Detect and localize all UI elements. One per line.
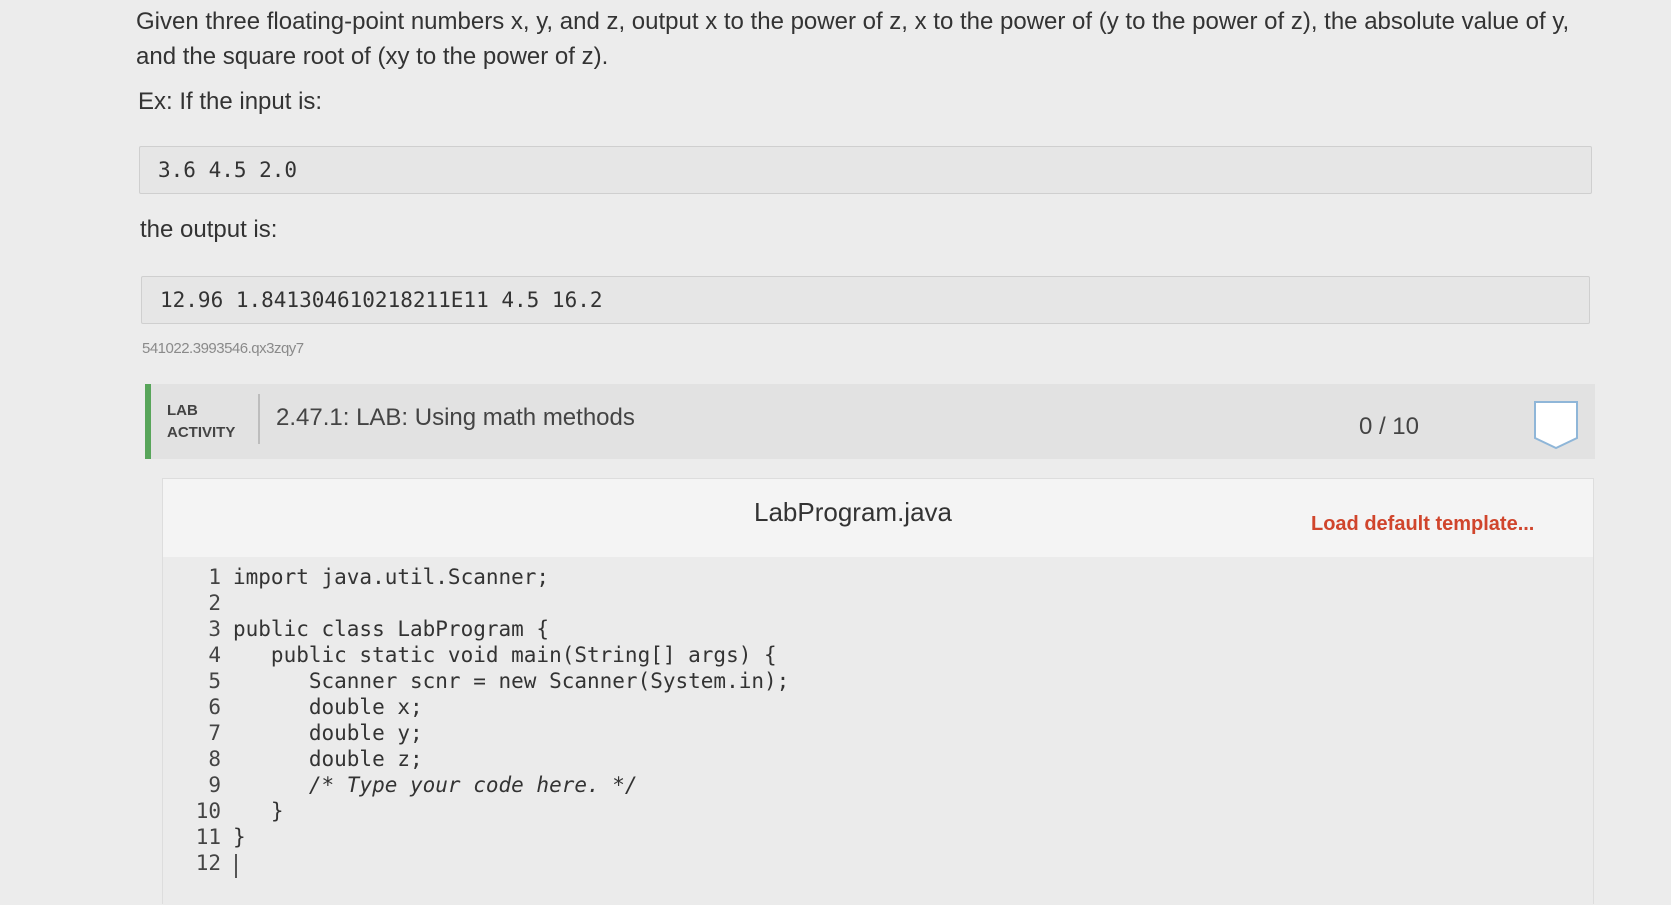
header-divider <box>258 394 260 444</box>
code-text: double y; <box>233 721 423 745</box>
code-line[interactable]: 1 import java.util.Scanner; <box>163 565 1593 592</box>
code-text: public class LabProgram { <box>233 617 550 641</box>
line-number: 11 <box>195 825 221 849</box>
lab-page: Given three floating-point numbers x, y,… <box>0 0 1671 905</box>
example-output-label: the output is: <box>140 216 278 243</box>
example-input-label: Ex: If the input is: <box>138 88 323 115</box>
load-default-template-link[interactable]: Load default template... <box>1311 513 1534 536</box>
editor-toolbar: LabProgram.java Load default template... <box>163 479 1593 557</box>
line-number: 7 <box>208 721 221 745</box>
line-number: 12 <box>195 851 221 875</box>
code-line[interactable]: 9 /* Type your code here. */ <box>163 773 1593 800</box>
code-line[interactable]: 10 } <box>163 799 1593 826</box>
code-line[interactable]: 11} <box>163 825 1593 852</box>
text-cursor <box>235 854 237 878</box>
code-text: double x; <box>233 695 423 719</box>
line-number: 2 <box>208 591 221 615</box>
example-output-box: 12.96 1.841304610218211E11 4.5 16.2 <box>141 276 1590 324</box>
example-input-text: 3.6 4.5 2.0 <box>158 158 298 182</box>
code-line[interactable]: 3 public class LabProgram { <box>163 617 1593 644</box>
code-line[interactable]: 5 Scanner scnr = new Scanner(System.in); <box>163 669 1593 696</box>
line-number: 4 <box>208 643 221 667</box>
lab-score: 0 / 10 <box>1358 413 1419 440</box>
line-number: 3 <box>208 617 221 641</box>
code-line[interactable]: 8 double z; <box>163 747 1593 774</box>
code-text: double z; <box>233 747 423 771</box>
shield-badge-icon <box>1534 401 1578 450</box>
code-text: Scanner scnr = new Scanner(System.in); <box>233 669 790 693</box>
code-line[interactable]: 2 <box>163 591 1593 618</box>
line-number: 10 <box>195 799 221 823</box>
code-line[interactable]: 6 double x; <box>163 695 1593 722</box>
lab-tag-line2: ACTIVITY <box>167 424 236 441</box>
code-text: import java.util.Scanner; <box>233 565 550 589</box>
code-text: /* Type your code here. */ <box>233 773 638 797</box>
code-editor-panel: LabProgram.java Load default template...… <box>162 478 1594 905</box>
line-number: 6 <box>208 695 221 719</box>
editor-filename: LabProgram.java <box>754 497 952 527</box>
code-text: public static void main(String[] args) { <box>233 643 777 667</box>
line-number: 5 <box>208 669 221 693</box>
example-input-box: 3.6 4.5 2.0 <box>139 146 1592 194</box>
code-input-area[interactable]: 1 import java.util.Scanner; 2 3 public class… <box>163 557 1593 905</box>
example-output-text: 12.96 1.841304610218211E11 4.5 16.2 <box>160 288 603 312</box>
activity-id: 541022.3993546.qx3zqy7 <box>142 340 304 357</box>
line-number: 1 <box>208 565 221 589</box>
line-number: 8 <box>208 747 221 771</box>
code-line[interactable]: 7 double y; <box>163 721 1593 748</box>
lab-tag-line1: LAB <box>167 402 198 419</box>
lab-title: 2.47.1: LAB: Using math methods <box>276 404 635 431</box>
code-text: } <box>233 799 284 823</box>
code-line[interactable]: 4 public static void main(String[] args)… <box>163 643 1593 670</box>
problem-statement: Given three floating-point numbers x, y,… <box>136 8 1570 70</box>
line-number: 9 <box>208 773 221 797</box>
code-line[interactable]: 12 <box>163 851 1593 878</box>
lab-activity-header: LAB ACTIVITY 2.47.1: LAB: Using math met… <box>145 384 1595 459</box>
lab-activity-tag: LAB ACTIVITY <box>167 400 235 444</box>
code-text: } <box>233 825 246 849</box>
